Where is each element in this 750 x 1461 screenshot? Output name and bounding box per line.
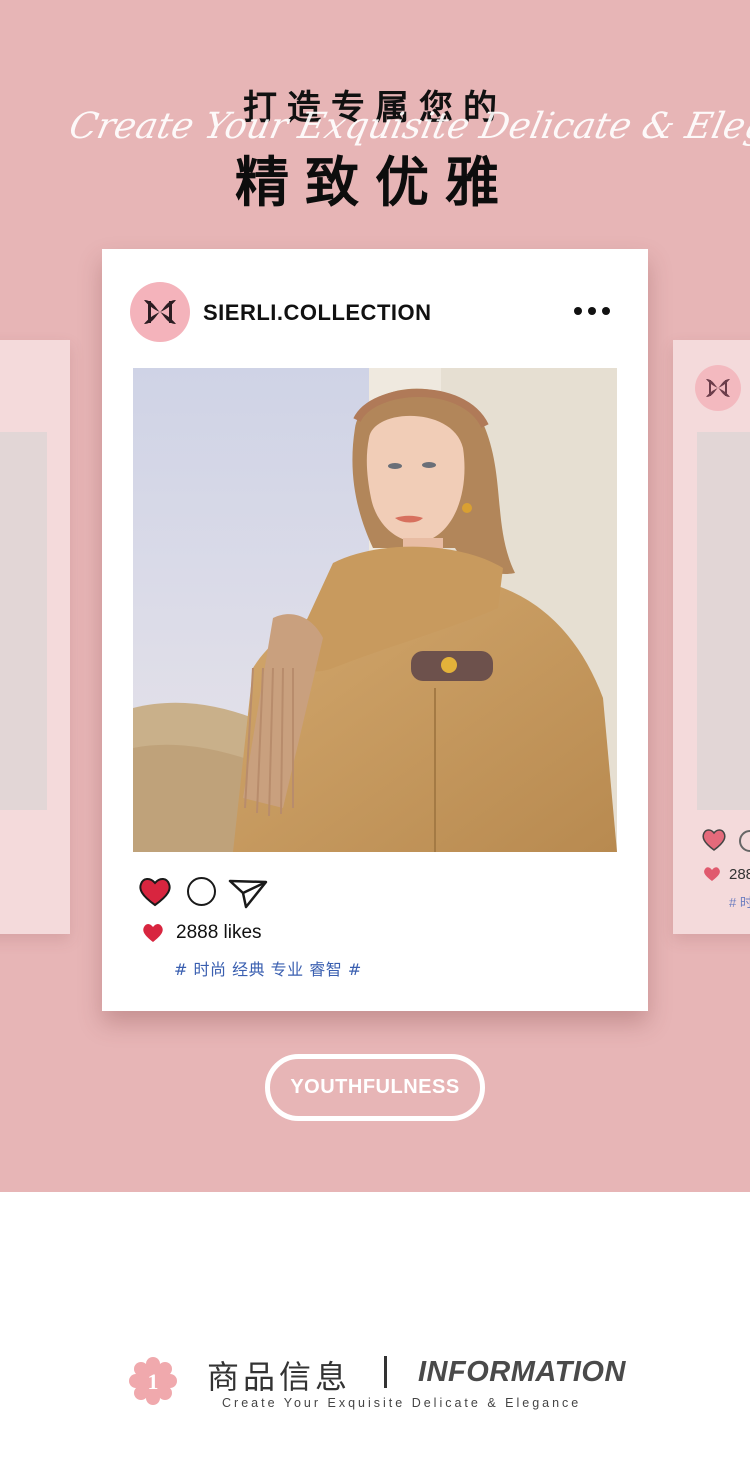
side-card-photo [697,432,750,810]
hero-section: 打造专属您的 Create Your Exquisite Delicate & … [0,0,750,1192]
fashion-model-image [133,368,617,852]
heart-icon [702,829,726,851]
more-dots-icon[interactable] [574,301,614,321]
youthfulness-label: YOUTHFULNESS [290,1076,460,1098]
comment-circle-icon[interactable] [187,877,216,906]
headline-main: 精致优雅 [235,151,515,214]
flower-badge-icon: 1 [129,1357,177,1405]
brand-logo-icon [706,379,730,397]
avatar[interactable] [130,282,190,342]
side-likes-text: 288 [729,866,750,883]
post-card: SIERLI.COLLECTION 2888 likes # 时尚 经典 专业 … [102,249,648,1011]
dot [574,307,582,315]
brand-logo-icon [144,300,176,324]
youthfulness-button[interactable]: YOUTHFULNESS [265,1054,485,1121]
post-photo [133,368,617,852]
section-title-en: INFORMATION [418,1356,626,1388]
heart-icon [143,924,163,942]
send-arrow-icon[interactable] [228,877,268,909]
dot [588,307,596,315]
post-hashtags[interactable]: # 时尚 经典 专业 睿智 # [174,956,362,980]
badge-number: 1 [148,1369,159,1394]
side-hashtags: # 时 [729,895,750,910]
side-card-right: 288 # 时 [673,340,750,934]
section-title-cn: 商品信息 [207,1358,352,1396]
section-subtitle: Create Your Exquisite Delicate & Eleganc… [222,1396,582,1410]
side-card-photo [0,432,47,810]
side-card-avatar [695,365,741,411]
post-username[interactable]: SIERLI.COLLECTION [203,300,432,326]
heart-icon[interactable] [138,876,172,907]
dot [602,307,610,315]
likes-count: 2888 likes [176,922,262,943]
title-divider [384,1356,387,1388]
heart-icon [704,867,720,881]
comment-circle-icon [739,830,750,852]
side-card-left [0,340,70,934]
